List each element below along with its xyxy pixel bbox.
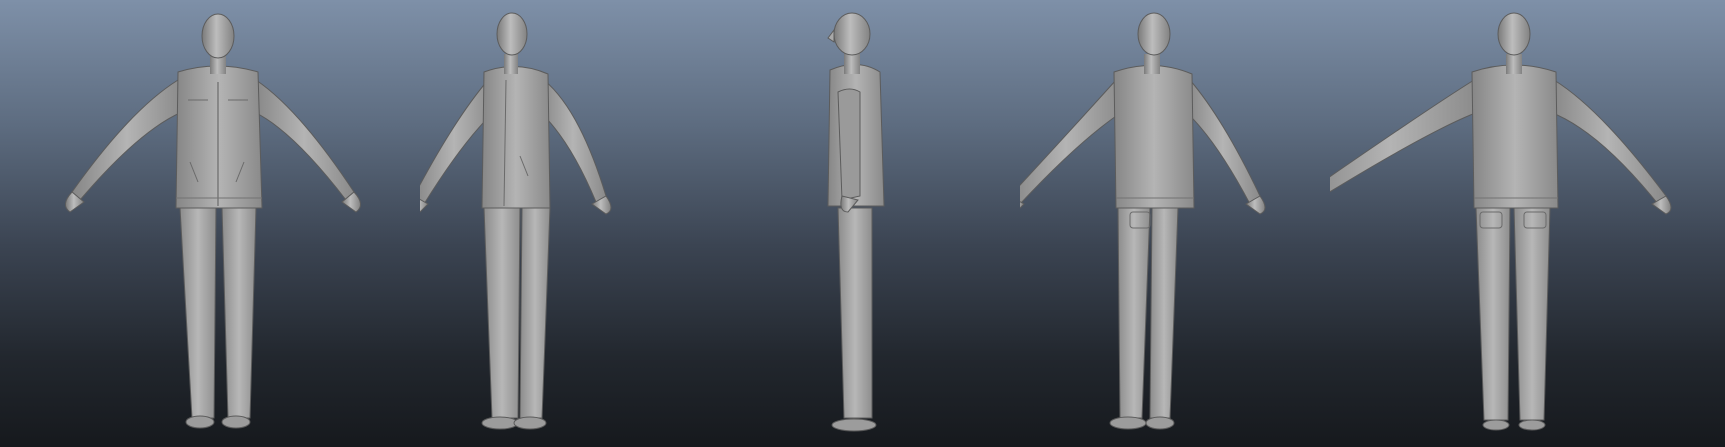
3d-viewport[interactable] (0, 0, 1725, 447)
character-model-back[interactable] (1330, 0, 1690, 447)
character-model-three-quarter-back[interactable] (1020, 0, 1310, 447)
character-model-three-quarter-front[interactable] (420, 0, 720, 447)
character-model-front[interactable] (30, 0, 410, 447)
character-model-side[interactable] (780, 0, 940, 447)
